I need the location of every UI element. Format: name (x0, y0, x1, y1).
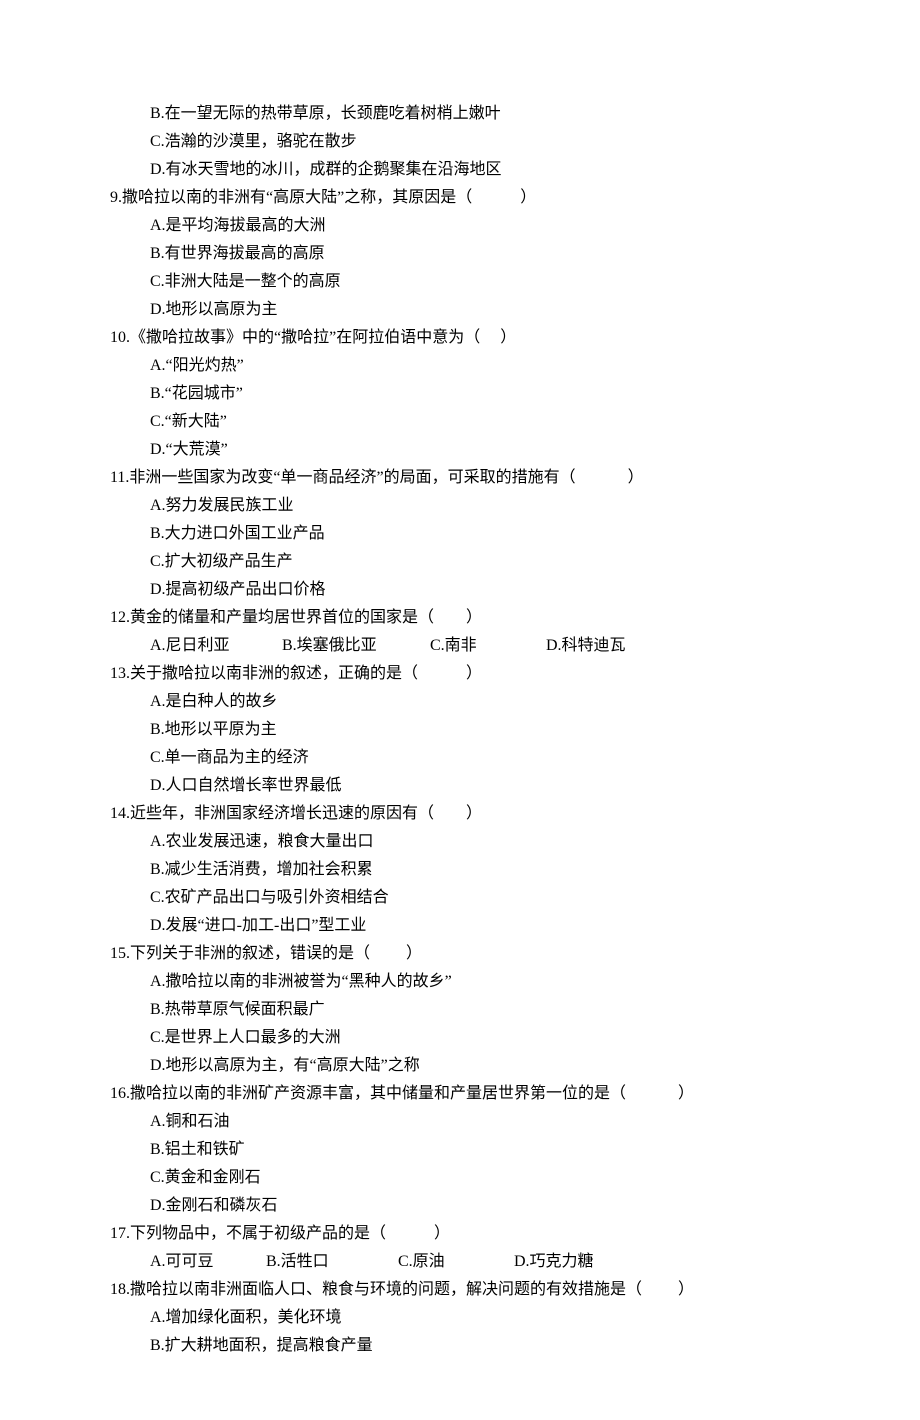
q9-stem: 9.撒哈拉以南的非洲有“高原大陆”之称，其原因是（ ） (110, 184, 810, 212)
q18-stem: 18.撒哈拉以南非洲面临人口、粮食与环境的问题，解决问题的有效措施是（ ） (110, 1276, 810, 1304)
q14-option-a: A.农业发展迅速，粮食大量出口 (110, 828, 810, 856)
q13-stem: 13.关于撒哈拉以南非洲的叙述，正确的是（ ） (110, 660, 810, 688)
q10-stem: 10.《撒哈拉故事》中的“撒哈拉”在阿拉伯语中意为（ ） (110, 324, 810, 352)
q17-option-d: D.巧克力糖 (514, 1248, 594, 1276)
q12-option-a: A.尼日利亚 (150, 632, 278, 660)
q16-stem: 16.撒哈拉以南的非洲矿产资源丰富，其中储量和产量居世界第一位的是（ ） (110, 1080, 810, 1108)
q17-option-b: B.活牲口 (266, 1248, 394, 1276)
q15-option-c: C.是世界上人口最多的大洲 (110, 1024, 810, 1052)
q15-option-d: D.地形以高原为主，有“高原大陆”之称 (110, 1052, 810, 1080)
q12-option-b: B.埃塞俄比亚 (282, 632, 426, 660)
q17-option-a: A.可可豆 (150, 1248, 262, 1276)
q10-option-b: B.“花园城市” (110, 380, 810, 408)
q12-option-c: C.南非 (430, 632, 542, 660)
q11-stem: 11.非洲一些国家为改变“单一商品经济”的局面，可采取的措施有（ ） (110, 464, 810, 492)
q14-option-b: B.减少生活消费，增加社会积累 (110, 856, 810, 884)
q11-option-d: D.提高初级产品出口价格 (110, 576, 810, 604)
q17-stem: 17.下列物品中，不属于初级产品的是（ ） (110, 1220, 810, 1248)
q9-option-c: C.非洲大陆是一整个的高原 (110, 268, 810, 296)
q10-option-c: C.“新大陆” (110, 408, 810, 436)
q10-option-a: A.“阳光灼热” (110, 352, 810, 380)
q12-options-row: A.尼日利亚 B.埃塞俄比亚 C.南非 D.科特迪瓦 (110, 632, 810, 660)
q13-option-a: A.是白种人的故乡 (110, 688, 810, 716)
q14-stem: 14.近些年，非洲国家经济增长迅速的原因有（ ） (110, 800, 810, 828)
q12-stem: 12.黄金的储量和产量均居世界首位的国家是（ ） (110, 604, 810, 632)
q16-option-b: B.铝土和铁矿 (110, 1136, 810, 1164)
q13-option-c: C.单一商品为主的经济 (110, 744, 810, 772)
q9-option-d: D.地形以高原为主 (110, 296, 810, 324)
q15-stem: 15.下列关于非洲的叙述，错误的是（ ） (110, 940, 810, 968)
q8-option-d: D.有冰天雪地的冰川，成群的企鹅聚集在沿海地区 (110, 156, 810, 184)
q14-option-c: C.农矿产品出口与吸引外资相结合 (110, 884, 810, 912)
q8-option-b: B.在一望无际的热带草原，长颈鹿吃着树梢上嫩叶 (110, 100, 810, 128)
q18-option-a: A.增加绿化面积，美化环境 (110, 1304, 810, 1332)
q10-option-d: D.“大荒漠” (110, 436, 810, 464)
q13-option-d: D.人口自然增长率世界最低 (110, 772, 810, 800)
q17-options-row: A.可可豆 B.活牲口 C.原油 D.巧克力糖 (110, 1248, 810, 1276)
q13-option-b: B.地形以平原为主 (110, 716, 810, 744)
q9-option-a: A.是平均海拔最高的大洲 (110, 212, 810, 240)
q16-option-d: D.金刚石和磷灰石 (110, 1192, 810, 1220)
q8-option-c: C.浩瀚的沙漠里，骆驼在散步 (110, 128, 810, 156)
q9-option-b: B.有世界海拔最高的高原 (110, 240, 810, 268)
q16-option-c: C.黄金和金刚石 (110, 1164, 810, 1192)
q18-option-b: B.扩大耕地面积，提高粮食产量 (110, 1332, 810, 1360)
q12-option-d: D.科特迪瓦 (546, 632, 626, 660)
q15-option-b: B.热带草原气候面积最广 (110, 996, 810, 1024)
q11-option-c: C.扩大初级产品生产 (110, 548, 810, 576)
q11-option-a: A.努力发展民族工业 (110, 492, 810, 520)
q14-option-d: D.发展“进口‐加工‐出口”型工业 (110, 912, 810, 940)
q11-option-b: B.大力进口外国工业产品 (110, 520, 810, 548)
q17-option-c: C.原油 (398, 1248, 510, 1276)
q16-option-a: A.铜和石油 (110, 1108, 810, 1136)
q15-option-a: A.撒哈拉以南的非洲被誉为“黑种人的故乡” (110, 968, 810, 996)
page-content: B.在一望无际的热带草原，长颈鹿吃着树梢上嫩叶 C.浩瀚的沙漠里，骆驼在散步 D… (0, 0, 920, 1420)
